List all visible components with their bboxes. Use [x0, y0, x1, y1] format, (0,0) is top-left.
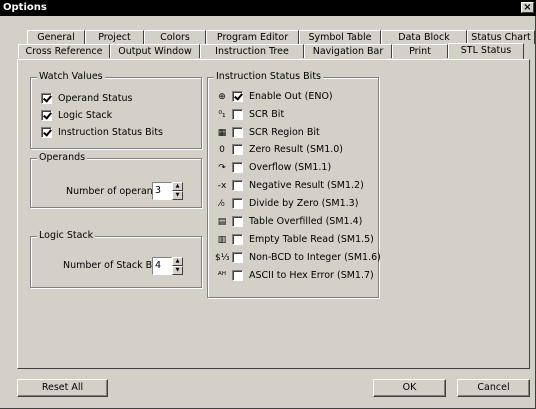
- status-bit-label: Table Overfilled (SM1.4): [249, 216, 363, 227]
- ascii-hex-checkbox[interactable]: [232, 270, 243, 281]
- negative-result-checkbox[interactable]: [232, 180, 243, 191]
- number-of-stack-bits-label: Number of Stack Bits: [63, 260, 164, 271]
- empty-table-icon: ▥: [217, 234, 227, 245]
- ascii-hex-icon: ᴬᴴ: [217, 270, 227, 281]
- options-dialog: Options × General Project Colors Program…: [0, 0, 536, 409]
- logic-stack-option[interactable]: Logic Stack: [41, 109, 112, 122]
- tab-row-2: Cross Reference Output Window Instructio…: [18, 43, 524, 59]
- status-bit-option[interactable]: ▦ SCR Region Bit: [215, 126, 320, 139]
- operands-legend: Operands: [37, 152, 88, 163]
- tab-stl-status[interactable]: STL Status: [448, 43, 524, 59]
- operand-status-checkbox[interactable]: [41, 93, 52, 104]
- tab-instruction-tree[interactable]: Instruction Tree: [200, 44, 304, 58]
- watch-values-legend: Watch Values: [37, 71, 105, 82]
- status-bit-label: Negative Result (SM1.2): [249, 180, 364, 191]
- enable-out-checkbox[interactable]: [232, 91, 243, 102]
- non-bcd-checkbox[interactable]: [232, 252, 243, 263]
- zero-result-checkbox[interactable]: [232, 144, 243, 155]
- status-bit-option[interactable]: ↷ Overflow (SM1.1): [215, 161, 331, 174]
- tab-general[interactable]: General: [27, 30, 85, 44]
- tab-row-1: General Project Colors Program Editor Sy…: [27, 30, 535, 44]
- status-bit-label: Overflow (SM1.1): [249, 162, 332, 173]
- status-bit-option[interactable]: ▤ Table Overfilled (SM1.4): [215, 215, 362, 228]
- spin-down-icon[interactable]: ▼: [172, 191, 183, 200]
- tab-project[interactable]: Project: [85, 30, 144, 44]
- empty-table-checkbox[interactable]: [232, 234, 243, 245]
- logic-stack-checkbox[interactable]: [41, 110, 52, 121]
- tab-print[interactable]: Print: [392, 44, 448, 58]
- operand-status-option[interactable]: Operand Status: [41, 92, 132, 105]
- status-bit-option[interactable]: ▥ Empty Table Read (SM1.5): [215, 233, 374, 246]
- spin-up-icon[interactable]: ▲: [172, 257, 183, 266]
- tab-cross-reference[interactable]: Cross Reference: [18, 44, 110, 58]
- tab-colors[interactable]: Colors: [144, 30, 206, 44]
- spin-up-icon[interactable]: ▲: [172, 182, 183, 191]
- tab-output-window[interactable]: Output Window: [110, 44, 200, 58]
- spin-down-icon[interactable]: ▼: [172, 266, 183, 275]
- scr-region-icon: ▦: [217, 127, 227, 138]
- close-button[interactable]: ×: [521, 2, 534, 13]
- title-bar: Options ×: [0, 0, 536, 16]
- number-of-stack-bits-input[interactable]: 4: [152, 257, 172, 275]
- scr-bit-icon: ⁰₁: [218, 109, 226, 120]
- table-overfilled-checkbox[interactable]: [232, 216, 243, 227]
- status-bit-option[interactable]: ⁰₁ SCR Bit: [215, 108, 284, 121]
- status-bit-option[interactable]: ⊕ Enable Out (ENO): [215, 90, 333, 103]
- instruction-status-bits-legend: Instruction Status Bits: [214, 71, 323, 82]
- divide-by-zero-checkbox[interactable]: [232, 198, 243, 209]
- table-overfilled-icon: ▤: [217, 216, 227, 227]
- scr-region-checkbox[interactable]: [232, 127, 243, 138]
- status-bit-option[interactable]: ⁄₀ Divide by Zero (SM1.3): [215, 197, 358, 210]
- scr-bit-checkbox[interactable]: [232, 109, 243, 120]
- status-bit-option[interactable]: -x Negative Result (SM1.2): [215, 179, 364, 192]
- status-bit-label: Non-BCD to Integer (SM1.6): [249, 252, 381, 263]
- logic-stack-legend: Logic Stack: [37, 230, 96, 241]
- tab-program-editor[interactable]: Program Editor: [206, 30, 299, 44]
- instruction-status-bits-option[interactable]: Instruction Status Bits: [41, 126, 163, 139]
- status-bit-option[interactable]: $⅓ Non-BCD to Integer (SM1.6): [215, 251, 381, 264]
- status-bit-label: Enable Out (ENO): [249, 91, 333, 102]
- tab-data-block[interactable]: Data Block: [381, 30, 467, 44]
- close-icon: ×: [523, 2, 532, 13]
- status-bit-label: Zero Result (SM1.0): [249, 144, 344, 155]
- status-bit-label: Empty Table Read (SM1.5): [249, 234, 374, 245]
- tab-status-chart[interactable]: Status Chart: [467, 30, 535, 44]
- divide-by-zero-icon: ⁄₀: [219, 198, 225, 209]
- enable-out-icon: ⊕: [218, 91, 226, 102]
- status-bit-label: ASCII to Hex Error (SM1.7): [249, 270, 374, 281]
- status-bit-label: SCR Region Bit: [249, 127, 320, 138]
- cancel-button[interactable]: Cancel: [457, 379, 530, 397]
- negative-result-icon: -x: [217, 180, 227, 191]
- operand-status-label: Operand Status: [58, 93, 133, 104]
- status-bit-label: SCR Bit: [249, 109, 285, 120]
- window-title: Options: [3, 2, 47, 13]
- number-of-stack-bits-spinner[interactable]: 4 ▲ ▼: [152, 257, 183, 275]
- status-bit-label: Divide by Zero (SM1.3): [249, 198, 359, 209]
- overflow-icon: ↷: [218, 162, 226, 173]
- ok-button[interactable]: OK: [373, 379, 446, 397]
- reset-all-button[interactable]: Reset All: [17, 379, 108, 397]
- number-of-operands-label: Number of operands: [66, 186, 164, 197]
- tab-symbol-table[interactable]: Symbol Table: [299, 30, 381, 44]
- non-bcd-icon: $⅓: [215, 252, 230, 263]
- logic-stack-label: Logic Stack: [58, 110, 113, 121]
- overflow-checkbox[interactable]: [232, 162, 243, 173]
- status-bit-option[interactable]: ᴬᴴ ASCII to Hex Error (SM1.7): [215, 269, 374, 282]
- instruction-status-bits-label: Instruction Status Bits: [58, 127, 163, 138]
- tab-navigation-bar[interactable]: Navigation Bar: [304, 44, 392, 58]
- number-of-operands-input[interactable]: 3: [152, 182, 172, 200]
- status-bit-option[interactable]: 0 Zero Result (SM1.0): [215, 143, 343, 156]
- instruction-status-bits-checkbox[interactable]: [41, 127, 52, 138]
- number-of-operands-spinner[interactable]: 3 ▲ ▼: [152, 182, 183, 200]
- zero-result-icon: 0: [219, 144, 225, 155]
